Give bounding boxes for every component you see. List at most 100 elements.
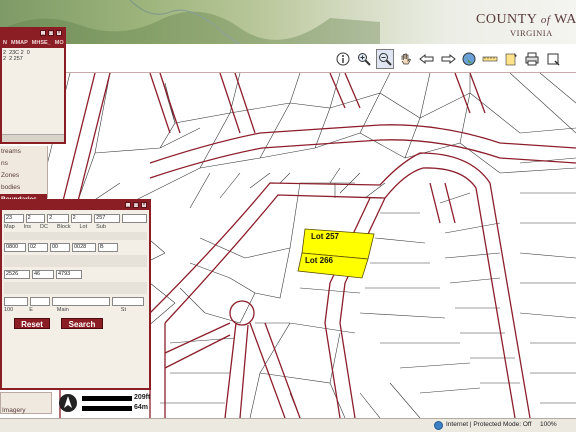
table-row[interactable]: 2 2 23C 2 2 257 0: [2, 48, 64, 64]
table-cell: 23C 2 2 257: [9, 50, 24, 62]
reset-button[interactable]: Reset: [14, 318, 50, 329]
parcel-field-labels: Map Ins DC Block Lot Sub: [2, 224, 149, 230]
field-label: E: [29, 307, 33, 313]
close-icon[interactable]: ×: [56, 30, 62, 36]
street-type-field[interactable]: [112, 297, 144, 306]
field-label: Main: [56, 307, 69, 313]
block-field[interactable]: 2: [70, 214, 93, 223]
title-prefix: COUNTY: [476, 12, 537, 27]
section-divider: [4, 282, 147, 294]
forward-tool[interactable]: [439, 49, 457, 69]
layer-list: treams ns Zones bodies Boundaries: [0, 146, 48, 206]
title-suffix: WA: [554, 12, 576, 27]
globe-icon: [462, 52, 476, 66]
internet-zone-icon: [434, 421, 443, 430]
dc-field[interactable]: 2: [47, 214, 69, 223]
zoom-out-icon: [379, 53, 392, 66]
clear-tool[interactable]: [544, 49, 562, 69]
zoom-level[interactable]: 100%: [540, 421, 557, 428]
pan-hand-icon: [401, 53, 411, 65]
county-title: COUNTY of WA: [476, 12, 576, 28]
minimize-icon[interactable]: _: [40, 30, 46, 36]
layer-zones[interactable]: Zones: [0, 170, 47, 182]
house-number-field[interactable]: [4, 297, 28, 306]
measure-tool[interactable]: [481, 49, 499, 69]
field-label: St: [120, 307, 126, 313]
scale-bar-feet: [82, 396, 132, 401]
identify-icon: [336, 52, 350, 66]
north-arrow-icon: [59, 394, 77, 412]
field-label: Sub: [96, 224, 106, 230]
ins-field[interactable]: 2: [25, 214, 46, 223]
account-field[interactable]: 0028: [72, 243, 96, 252]
column-header: N: [3, 40, 7, 46]
status-bar: Internet | Protected Mode: Off 100%: [0, 418, 576, 432]
section-divider: [4, 232, 147, 240]
account-field[interactable]: 0800: [4, 243, 26, 252]
layer-streams[interactable]: treams: [0, 146, 47, 158]
imagery-list: Imagery: [0, 392, 52, 414]
layer-ns[interactable]: ns: [0, 158, 47, 170]
layer-waterbodies[interactable]: bodies: [0, 182, 47, 194]
maximize-icon[interactable]: □: [133, 202, 139, 208]
maximize-icon[interactable]: □: [48, 30, 54, 36]
table-cell: 0: [26, 50, 30, 56]
field-label: DC: [40, 224, 48, 230]
pan-tool[interactable]: [397, 49, 415, 69]
print-icon: [525, 52, 539, 66]
minimize-icon[interactable]: _: [125, 202, 131, 208]
clear-selection-icon: [547, 53, 560, 66]
scale-meters-label: 64m: [134, 404, 149, 411]
gpin-field[interactable]: 46: [32, 270, 54, 279]
attribute-table-header: N MMAP MHSE_ MO: [2, 38, 64, 48]
gpin-field[interactable]: 2526: [4, 270, 30, 279]
field-label: Lot: [79, 224, 88, 230]
street-name-field[interactable]: [52, 297, 110, 306]
zoom-in-icon: [358, 53, 371, 66]
table-cell: 2 2: [3, 50, 7, 62]
scale-bar: 209ft 64m: [58, 393, 153, 415]
search-button[interactable]: Search: [61, 318, 103, 329]
map-toolbar: [334, 49, 562, 71]
title-of: of: [540, 14, 551, 26]
back-tool[interactable]: [418, 49, 436, 69]
full-extent-tool[interactable]: [460, 49, 478, 69]
back-arrow-icon: [419, 53, 434, 65]
gpin-field[interactable]: 4793: [56, 270, 82, 279]
zoom-in-tool[interactable]: [355, 49, 373, 69]
identify-tool[interactable]: [334, 49, 352, 69]
status-text: Internet | Protected Mode: Off: [446, 421, 532, 428]
select-icon: [505, 53, 517, 66]
close-icon[interactable]: ×: [141, 202, 147, 208]
zoom-out-tool[interactable]: [376, 49, 394, 69]
direction-field[interactable]: [30, 297, 50, 306]
field-label: 100: [4, 307, 14, 313]
attribute-panel-titlebar[interactable]: _ □ ×: [2, 29, 64, 38]
select-tool[interactable]: [502, 49, 520, 69]
field-label: Block: [57, 224, 71, 230]
attribute-panel[interactable]: _ □ × N MMAP MHSE_ MO 2 2 23C 2 2 257 0: [0, 27, 66, 144]
field-label: Ins: [23, 224, 32, 230]
layer-imagery[interactable]: Imagery: [1, 405, 51, 417]
column-header: MO: [54, 40, 64, 46]
scale-bar-meters: [82, 406, 132, 411]
lot-field[interactable]: 257: [94, 214, 120, 223]
parcel-search-panel[interactable]: _ □ × 23 2 2 2 257 Map Ins DC Block Lot Su…: [0, 199, 151, 390]
state-subtitle: VIRGINIA: [510, 28, 553, 38]
horizontal-scrollbar[interactable]: [2, 134, 64, 142]
address-field-labels: 100 E Main St: [2, 307, 149, 313]
layer-blank[interactable]: [1, 393, 51, 405]
scale-feet-label: 209ft: [134, 394, 151, 401]
map-field[interactable]: 23: [4, 214, 24, 223]
account-field[interactable]: 00: [50, 243, 70, 252]
forward-arrow-icon: [441, 53, 456, 65]
account-field[interactable]: 02: [28, 243, 48, 252]
account-field[interactable]: B: [98, 243, 118, 252]
header-banner: COUNTY of WA VIRGINIA: [0, 0, 576, 44]
lot-label-266: Lot 266: [305, 256, 334, 265]
column-header: MMAP: [10, 40, 28, 46]
print-tool[interactable]: [523, 49, 541, 69]
field-label: Map: [4, 224, 15, 230]
sub-field[interactable]: [121, 214, 147, 223]
search-panel-titlebar[interactable]: _ □ ×: [2, 201, 149, 210]
